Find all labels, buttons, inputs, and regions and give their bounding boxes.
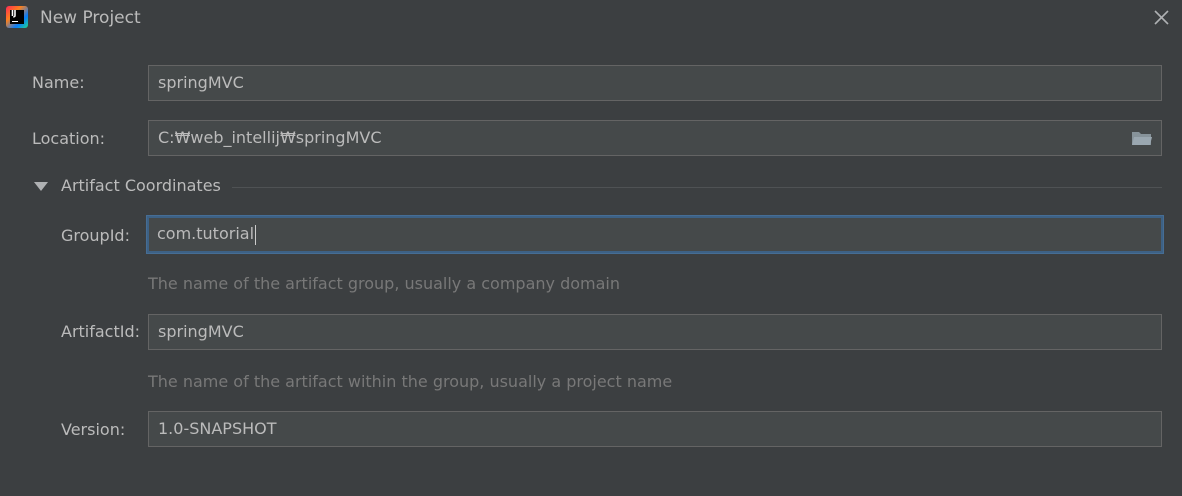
- artifactid-value: springMVC: [158, 322, 244, 341]
- intellij-idea-icon: IJ: [6, 6, 28, 28]
- groupid-hint: The name of the artifact group, usually …: [148, 274, 620, 293]
- close-button[interactable]: [1148, 4, 1174, 30]
- groupid-value: com.tutorial: [157, 224, 255, 243]
- location-field[interactable]: C:₩web_intellij₩springMVC: [148, 120, 1162, 156]
- groupid-field[interactable]: com.tutorial: [147, 216, 1163, 253]
- location-value: C:₩web_intellij₩springMVC: [158, 128, 382, 147]
- artifactid-hint: The name of the artifact within the grou…: [148, 372, 673, 391]
- version-field[interactable]: 1.0-SNAPSHOT: [148, 411, 1162, 447]
- version-value: 1.0-SNAPSHOT: [158, 419, 277, 438]
- text-caret: [255, 224, 257, 245]
- app-icon-text: IJ: [11, 9, 16, 18]
- location-label: Location:: [32, 129, 106, 148]
- folder-icon[interactable]: [1131, 129, 1153, 147]
- groupid-label: GroupId:: [61, 226, 130, 245]
- artifact-coordinates-label: Artifact Coordinates: [61, 176, 221, 195]
- version-label: Version:: [61, 420, 126, 439]
- artifactid-field[interactable]: springMVC: [148, 314, 1162, 350]
- close-icon: [1154, 10, 1169, 25]
- name-value: springMVC: [158, 73, 244, 92]
- section-divider: [232, 187, 1162, 188]
- name-field[interactable]: springMVC: [148, 65, 1162, 101]
- artifact-coordinates-section[interactable]: Artifact Coordinates: [34, 176, 1164, 200]
- window-title: New Project: [40, 8, 141, 28]
- chevron-down-icon[interactable]: [34, 182, 48, 191]
- title-bar: IJ New Project: [0, 0, 1182, 40]
- name-label: Name:: [32, 73, 85, 92]
- new-project-dialog: IJ New Project Name: springMVC Location:…: [0, 0, 1182, 496]
- artifactid-label: ArtifactId:: [61, 322, 141, 341]
